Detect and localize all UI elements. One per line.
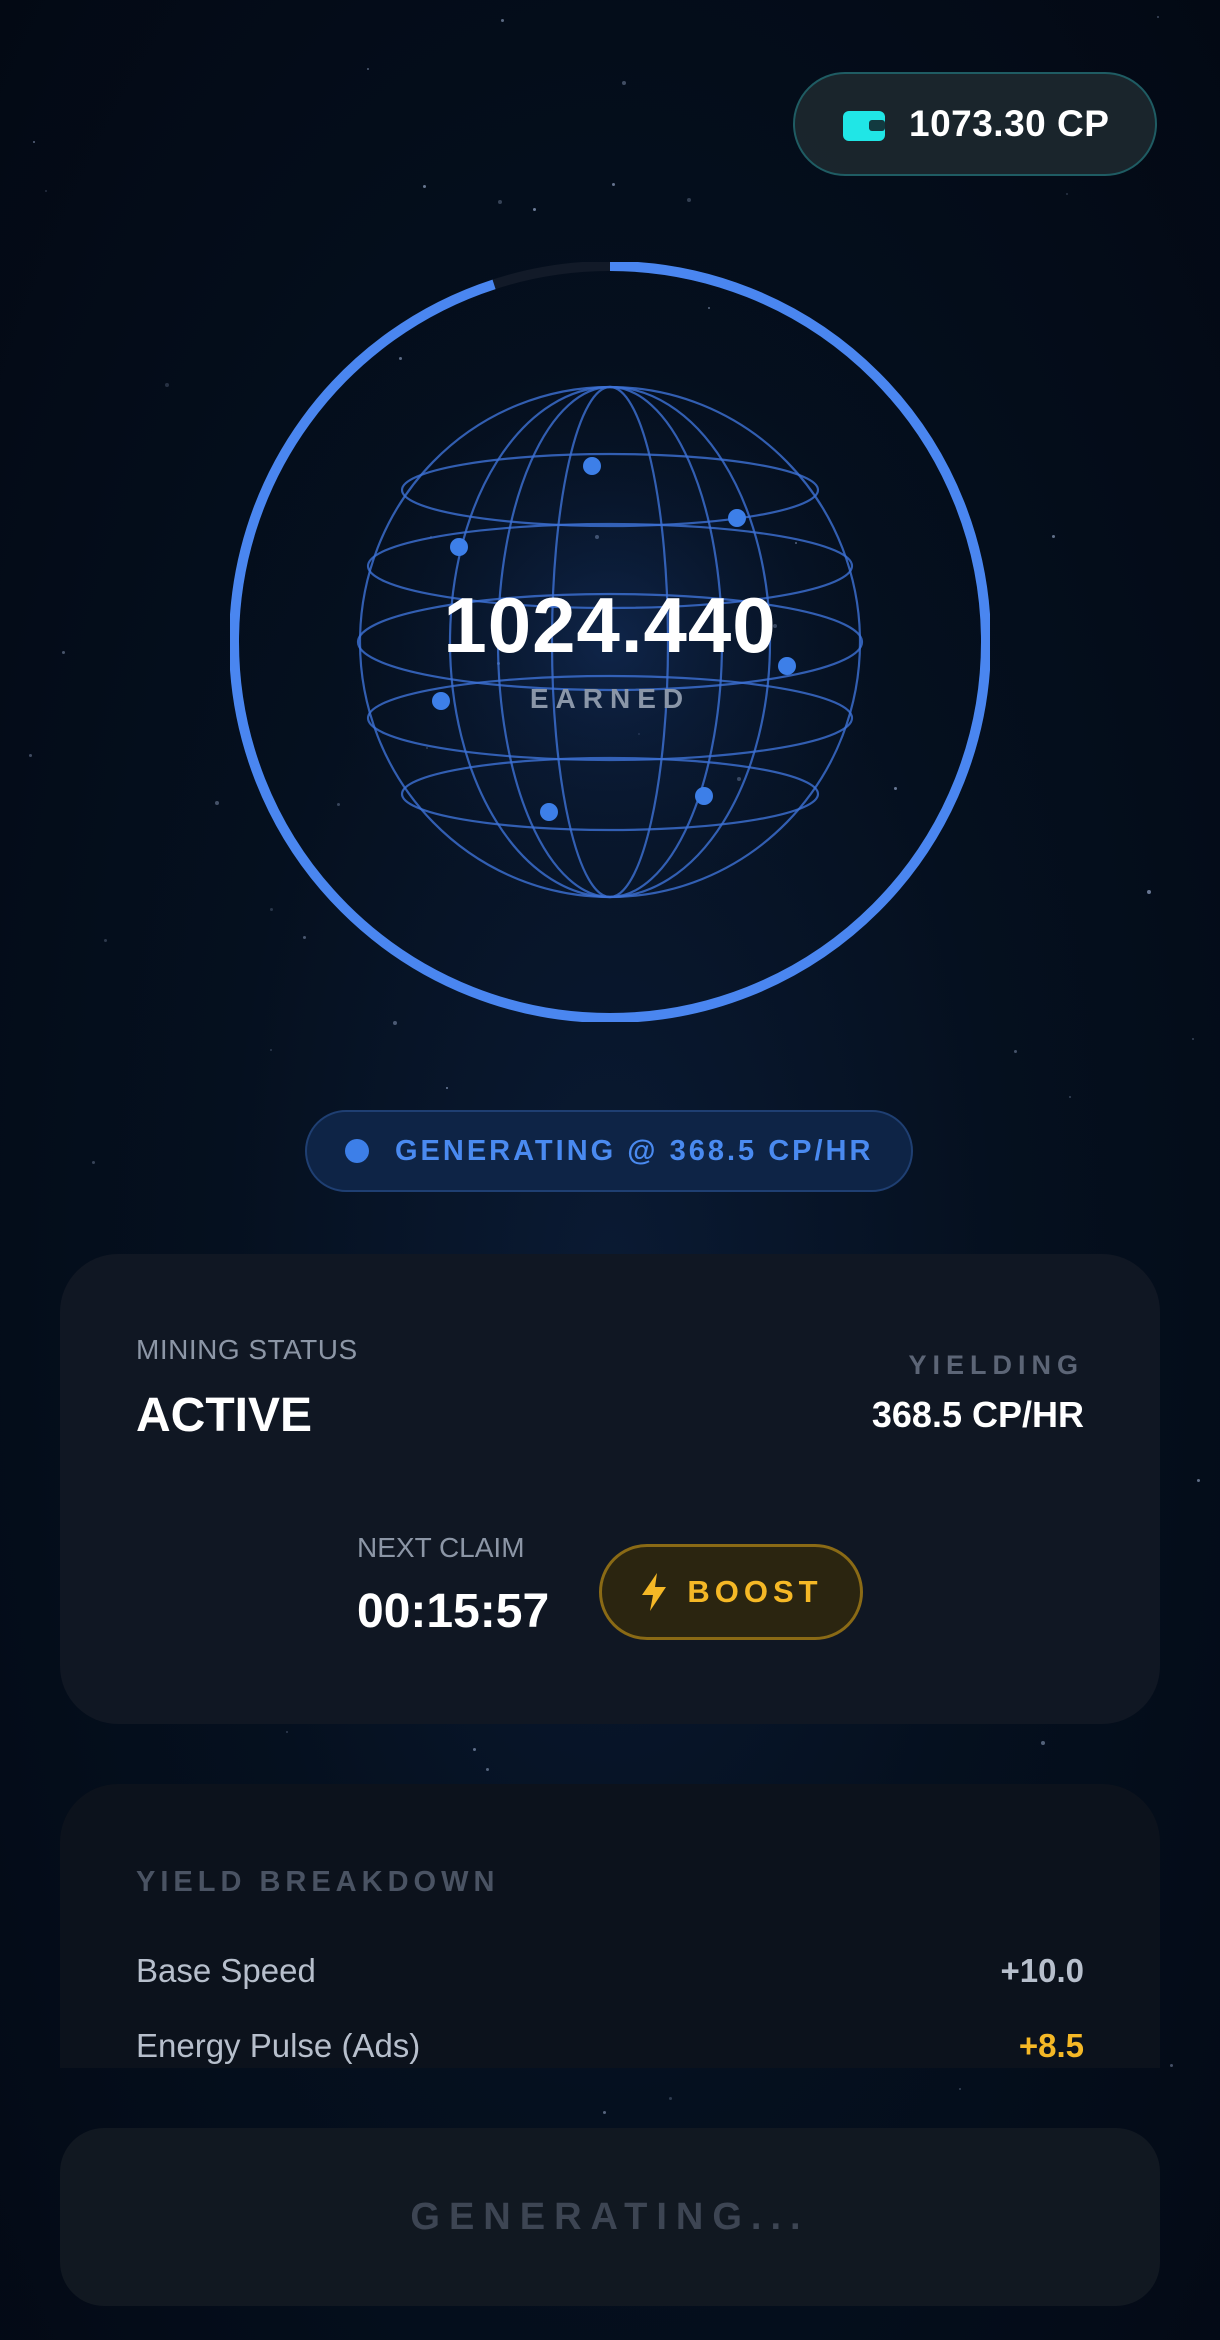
list-item: Energy Pulse (Ads) +8.5 [136, 2027, 1084, 2068]
star-dot [33, 141, 35, 143]
star-dot [1066, 193, 1068, 195]
next-claim-label: NEXT CLAIM [357, 1532, 525, 1563]
next-claim-timer: 00:15:57 [357, 1585, 550, 1638]
status-dot-icon [345, 1139, 369, 1163]
star-dot [959, 2088, 961, 2090]
star-dot [29, 754, 32, 757]
star-dot [367, 68, 369, 70]
breakdown-item-name: Base Speed [136, 1952, 316, 1989]
star-dot [286, 1731, 288, 1733]
mining-status-card: MINING STATUS ACTIVE YIELDING 368.5 CP/H… [60, 1254, 1160, 1724]
yield-breakdown-card: YIELD BREAKDOWN Base Speed +10.0 Energy … [60, 1784, 1160, 2068]
generating-rate-pill: GENERATING @ 368.5 CP/HR [305, 1110, 913, 1192]
star-dot [104, 939, 107, 942]
star-dot [1014, 1050, 1017, 1053]
star-dot [612, 183, 615, 186]
star-dot [423, 185, 426, 188]
star-dot [669, 2097, 672, 2100]
star-dot [45, 190, 47, 192]
earned-amount: 1024.440 [443, 581, 777, 669]
star-dot [215, 801, 219, 805]
yielding-label: YIELDING [908, 1350, 1084, 1380]
boost-label: BOOST [687, 1574, 823, 1609]
star-dot [603, 2111, 606, 2114]
mining-status-value: ACTIVE [136, 1389, 313, 1442]
star-dot [1192, 1038, 1194, 1040]
star-dot [533, 208, 536, 211]
generating-button-label: GENERATING... [410, 2195, 810, 2238]
star-dot [270, 1049, 272, 1051]
mining-status-label: MINING STATUS [136, 1334, 358, 1365]
star-dot [1170, 2064, 1173, 2067]
breakdown-item-value: +10.0 [1000, 1952, 1085, 1989]
star-dot [501, 19, 504, 22]
earned-label: EARNED [529, 683, 691, 714]
star-dot [1041, 1741, 1045, 1745]
breakdown-item-value: +8.5 [1018, 2027, 1084, 2064]
star-dot [1157, 16, 1159, 18]
star-dot [1197, 1479, 1200, 1482]
star-dot [92, 1161, 95, 1164]
generating-rate-text: GENERATING @ 368.5 CP/HR [395, 1134, 874, 1167]
star-dot [687, 198, 691, 202]
star-dot [486, 1768, 489, 1771]
star-dot [622, 81, 626, 85]
lightning-icon [642, 1573, 667, 1611]
yielding-value: 368.5 CP/HR [871, 1394, 1084, 1435]
breakdown-item-name: Energy Pulse (Ads) [136, 2027, 421, 2064]
wallet-balance-pill[interactable]: 1073.30 CP [793, 72, 1157, 176]
list-item: Base Speed +10.0 [136, 1952, 1084, 1996]
generating-button[interactable]: GENERATING... [60, 2128, 1160, 2306]
star-dot [1069, 1096, 1071, 1098]
star-dot [1147, 890, 1151, 894]
star-dot [1052, 535, 1055, 538]
star-dot [446, 1087, 448, 1089]
star-dot [165, 383, 169, 387]
wallet-balance: 1073.30 CP [909, 103, 1110, 144]
wallet-icon [843, 107, 885, 141]
star-dot [473, 1748, 476, 1751]
boost-button[interactable]: BOOST [599, 1544, 863, 1640]
star-dot [498, 200, 502, 204]
yield-breakdown-title: YIELD BREAKDOWN [136, 1866, 500, 1898]
